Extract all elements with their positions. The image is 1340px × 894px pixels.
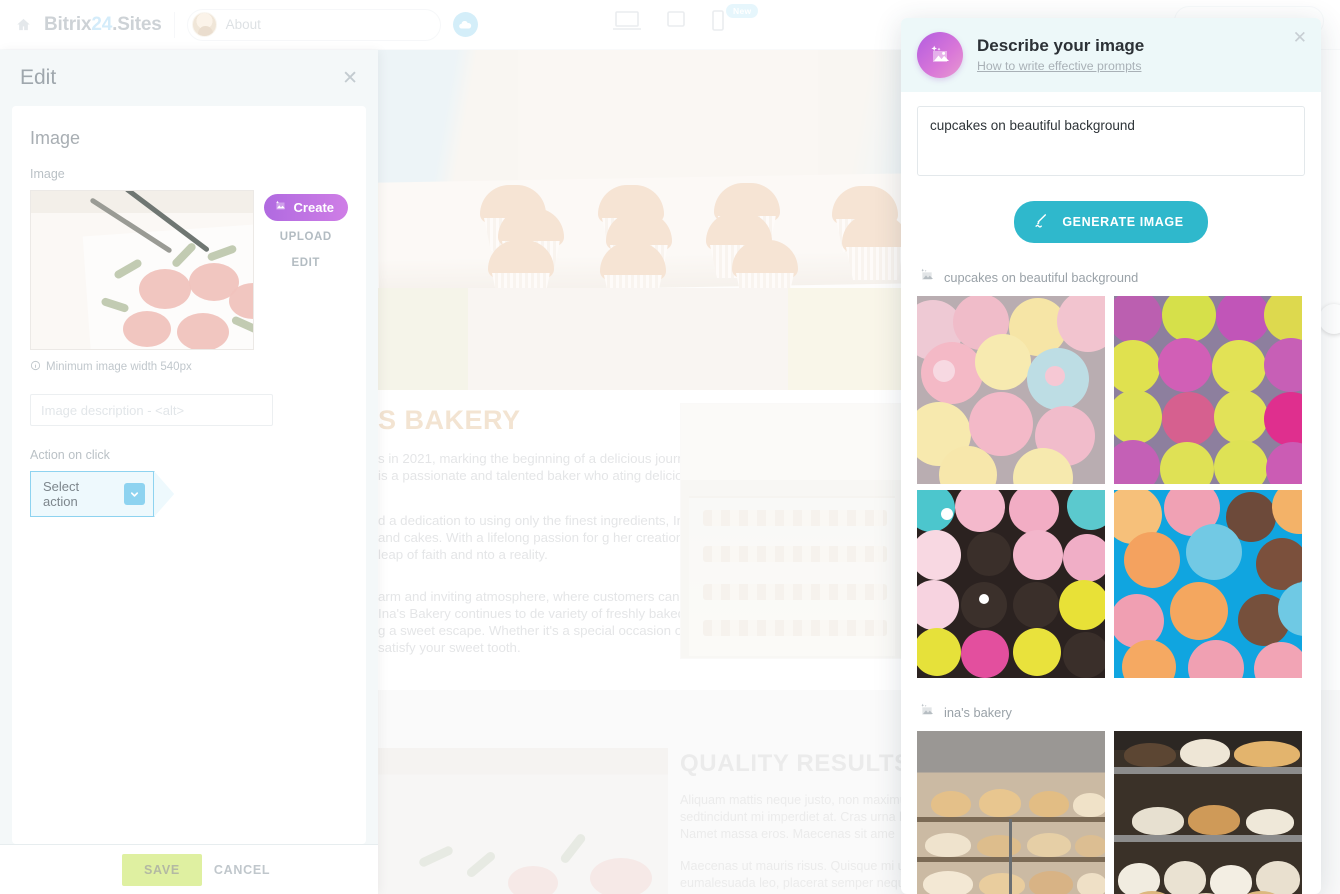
result-image-bakery-shelves-pastries[interactable] bbox=[1114, 731, 1302, 894]
image-alt-input[interactable] bbox=[30, 394, 273, 426]
section-title: Image bbox=[30, 128, 81, 148]
edit-panel: Edit ✕ Image Image Create UPLOAD EDIT Mi… bbox=[0, 50, 378, 894]
ai-image-sparkle-icon bbox=[919, 702, 935, 723]
close-icon[interactable]: ✕ bbox=[1293, 28, 1307, 48]
ai-image-icon bbox=[274, 199, 288, 216]
upload-button[interactable]: UPLOAD bbox=[280, 231, 332, 243]
generate-image-label: GENERATE IMAGE bbox=[1062, 215, 1184, 229]
image-thumbnail[interactable] bbox=[30, 190, 254, 350]
ai-image-sparkle-icon bbox=[917, 32, 963, 78]
edit-panel-footer: SAVE CANCEL bbox=[0, 844, 378, 894]
min-width-text: Minimum image width 540px bbox=[46, 361, 192, 373]
chevron-down-icon[interactable] bbox=[124, 483, 145, 505]
cancel-button[interactable]: CANCEL bbox=[214, 863, 270, 877]
result-image-pink-floral-cupcakes[interactable] bbox=[917, 296, 1105, 484]
magic-wand-icon bbox=[1034, 212, 1051, 232]
result-image-bakery-display-case[interactable] bbox=[917, 731, 1105, 894]
create-button-label: Create bbox=[293, 200, 334, 215]
edit-image-button[interactable]: EDIT bbox=[291, 257, 320, 269]
edit-panel-header: Edit ✕ bbox=[0, 50, 378, 106]
select-action-dropdown[interactable]: Select action bbox=[30, 471, 154, 517]
edit-panel-card: Image Image Create UPLOAD EDIT Minimum i… bbox=[12, 106, 366, 844]
info-icon bbox=[30, 360, 41, 374]
select-action-value: Select action bbox=[43, 479, 80, 509]
result-group-label: ina's bakery bbox=[944, 705, 1012, 720]
save-button[interactable]: SAVE bbox=[122, 853, 202, 886]
result-image-purple-yellow-cupcakes[interactable] bbox=[1114, 296, 1302, 484]
create-button[interactable]: Create bbox=[263, 194, 348, 221]
close-icon[interactable]: ✕ bbox=[342, 69, 358, 88]
result-group-bakery: ina's bakery bbox=[917, 702, 1305, 894]
ai-image-sparkle-icon bbox=[919, 267, 935, 288]
generate-image-button[interactable]: GENERATE IMAGE bbox=[1014, 201, 1208, 243]
ai-panel-title: Describe your image bbox=[977, 35, 1145, 55]
action-on-click-label: Action on click bbox=[30, 448, 110, 462]
select-action-tail bbox=[154, 471, 175, 517]
image-field-label: Image bbox=[30, 167, 65, 181]
prompt-input[interactable] bbox=[917, 106, 1305, 176]
ai-panel-body: GENERATE IMAGE cupcakes on beautiful bac… bbox=[901, 92, 1321, 894]
edit-panel-title: Edit bbox=[20, 66, 57, 89]
min-width-note: Minimum image width 540px bbox=[30, 360, 348, 374]
how-to-write-prompts-link[interactable]: How to write effective prompts bbox=[977, 59, 1141, 73]
result-image-pink-yellow-cupcakes-dark[interactable] bbox=[917, 490, 1105, 678]
result-image-orange-blue-cupcakes[interactable] bbox=[1114, 490, 1302, 678]
result-group-cupcakes: cupcakes on beautiful background bbox=[917, 267, 1305, 678]
ai-panel-header: Describe your image How to write effecti… bbox=[901, 18, 1321, 92]
ai-image-generator-panel: Describe your image How to write effecti… bbox=[901, 18, 1321, 894]
result-group-label: cupcakes on beautiful background bbox=[944, 270, 1139, 285]
